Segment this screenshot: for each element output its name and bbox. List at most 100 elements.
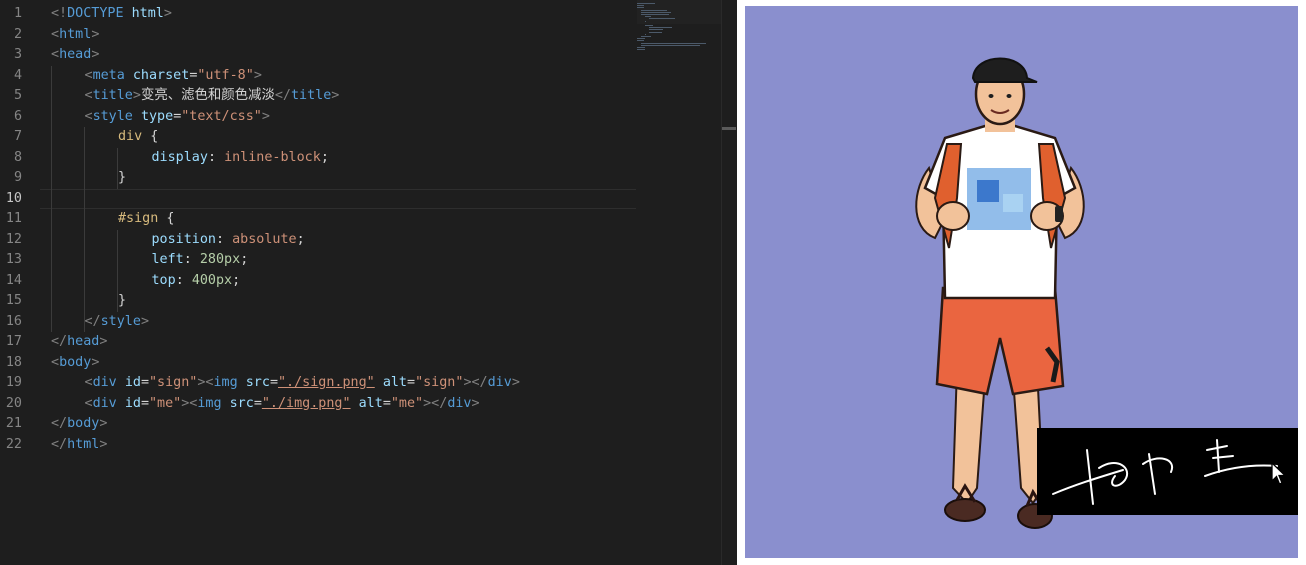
code-line[interactable]: 12 position: absolute; (0, 230, 636, 251)
line-number: 19 (5, 375, 22, 390)
line-number: 1 (13, 6, 22, 21)
code-token: ; (320, 149, 329, 165)
code-line[interactable]: 3 <head> (0, 45, 636, 66)
minimap-line (637, 5, 645, 7)
code-line[interactable]: 4 <meta charset="utf-8"> (0, 66, 636, 87)
code-line[interactable]: 14 top: 400px; (0, 271, 636, 292)
line-text: display: inline-block; (152, 148, 329, 169)
line-text: <div id="sign"><img src="./sign.png" alt… (85, 373, 520, 394)
code-token: ; (296, 231, 305, 247)
code-line[interactable]: 16 </style> (0, 312, 636, 333)
minimap-line (645, 16, 651, 18)
code-line[interactable]: 13 left: 280px; (0, 250, 636, 271)
code-token: body (59, 354, 92, 370)
code-token: </ (51, 436, 68, 452)
code-token: : (207, 149, 225, 165)
line-text: </style> (85, 312, 150, 333)
code-token: ; (240, 252, 249, 267)
code-line[interactable]: 19 <div id="sign"><img src="./sign.png" a… (0, 373, 636, 394)
code-token: src (245, 375, 270, 390)
code-token: >< (181, 395, 198, 411)
code-line[interactable]: 8 display: inline-block; (0, 148, 636, 169)
code-token: style (92, 108, 141, 124)
code-lines[interactable]: 1 <!DOCTYPE html> 2 <html> 3 <head> 4 <meta cha… (0, 4, 636, 455)
code-token: html (131, 6, 164, 21)
code-editor[interactable]: 1 <!DOCTYPE html> 2 <html> 3 <head> 4 <meta cha… (0, 0, 721, 565)
code-line[interactable]: 2 <html> (0, 25, 636, 46)
code-line[interactable]: 15} (0, 291, 636, 312)
minimap-line (637, 49, 646, 51)
line-number: 14 (5, 272, 22, 288)
code-token: > (261, 108, 270, 124)
code-token: ></ (463, 375, 488, 390)
line-number: 20 (5, 395, 22, 411)
code-line[interactable]: 1 <!DOCTYPE html> (0, 4, 636, 25)
code-token: <! (51, 6, 68, 21)
code-line[interactable]: 22 </html> (0, 435, 636, 456)
line-number: 15 (5, 293, 22, 308)
line-number: 21 (5, 416, 22, 431)
code-line[interactable]: 6 <style type="text/css"> (0, 107, 636, 128)
code-token: = (253, 395, 262, 411)
code-token: position (151, 231, 217, 247)
code-line[interactable]: 17 </head> (0, 332, 636, 353)
code-token: head (59, 47, 92, 62)
code-line[interactable]: 5 <title>变亮、滤色和颜色减淡</title> (0, 86, 636, 107)
code-token: < (84, 88, 93, 103)
minimap-line (641, 42, 706, 44)
minimap[interactable] (637, 3, 719, 63)
scrollbar-thumb[interactable] (722, 127, 736, 130)
line-text: #sign { (118, 209, 174, 230)
line-text: left: 280px; (152, 250, 249, 271)
code-token: id (124, 375, 141, 390)
code-token: "sign" (415, 375, 464, 390)
code-token: "utf-8" (197, 67, 254, 83)
code-token: : (175, 272, 192, 288)
code-token: 400px (191, 272, 233, 288)
code-token: display (151, 149, 208, 165)
code-token: { (158, 211, 175, 226)
code-line[interactable]: 7 div { (0, 127, 636, 148)
editor-scrollbar[interactable] (721, 0, 736, 565)
code-token: > (140, 313, 149, 329)
code-token: > (511, 375, 520, 390)
code-token: alt (382, 375, 407, 390)
minimap-line (641, 11, 671, 13)
code-token: title (92, 88, 133, 103)
code-token: = (140, 395, 149, 411)
signature-image (1037, 428, 1298, 515)
code-token: } (118, 293, 127, 308)
code-token: > (91, 354, 100, 370)
code-token: < (51, 26, 60, 42)
code-token: body (67, 416, 100, 431)
line-number: 2 (13, 26, 22, 42)
line-text: } (118, 168, 126, 189)
line-text: <head> (51, 45, 99, 66)
code-token: < (84, 395, 93, 411)
minimap-line (645, 20, 647, 22)
code-line[interactable]: 20 <div id="me"><img src="./img.png" alt=… (0, 394, 636, 415)
code-token: inline-block (224, 149, 321, 165)
code-line[interactable]: 9} (0, 168, 636, 189)
line-text: </html> (51, 435, 107, 456)
code-token: = (407, 375, 416, 390)
line-number: 8 (13, 149, 22, 165)
code-token: > (163, 6, 172, 21)
code-line[interactable]: 21 </body> (0, 414, 636, 435)
line-text: </body> (51, 414, 107, 435)
code-token: < (84, 108, 93, 124)
line-text: top: 400px; (152, 271, 241, 292)
minimap-line (637, 38, 646, 40)
line-number: 6 (13, 108, 22, 124)
minimap-line (649, 18, 676, 20)
code-token: { (142, 129, 159, 144)
mouse-cursor-icon (1271, 462, 1287, 485)
line-number: 22 (5, 436, 22, 452)
code-line[interactable]: 10 (0, 188, 636, 210)
line-text: <div id="me"><img src="./img.png" alt="m… (85, 394, 480, 415)
code-line[interactable]: 11 #sign { (0, 209, 636, 230)
line-number: 3 (13, 47, 22, 62)
code-line[interactable]: 18 <body> (0, 353, 636, 374)
line-number: 17 (5, 334, 22, 349)
code-token: > (253, 67, 262, 83)
